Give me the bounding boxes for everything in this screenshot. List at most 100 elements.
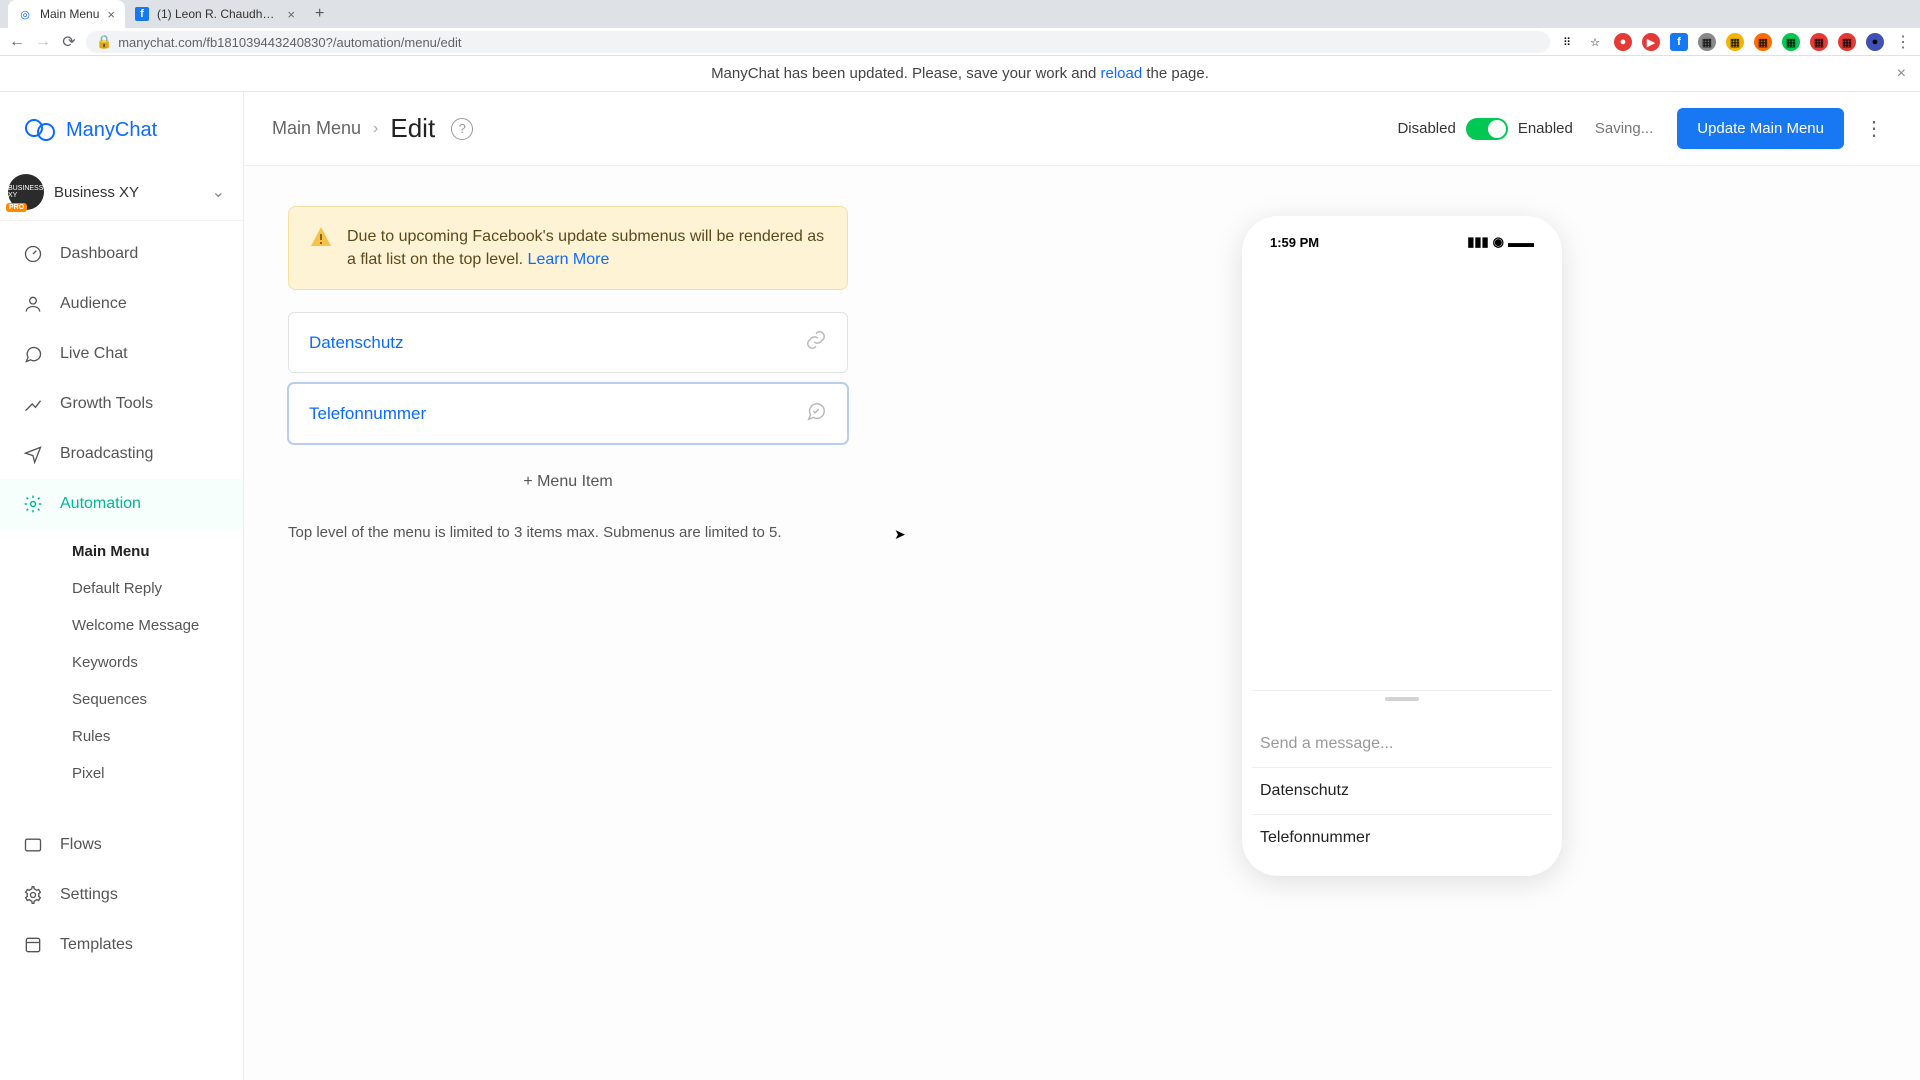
menu-item-row[interactable]: Telefonnummer xyxy=(288,383,848,444)
workspace-selector[interactable]: BUSINESS XYPRO Business XY ⌄ xyxy=(0,164,243,221)
page-header: Main Menu › Edit ? Disabled Enabled Savi… xyxy=(244,92,1920,166)
reply-icon xyxy=(805,400,827,427)
browser-tab[interactable]: f (1) Leon R. Chaudhari | Faceb × xyxy=(125,0,305,28)
help-icon[interactable]: ? xyxy=(451,118,473,140)
ext-icon[interactable]: ▦ xyxy=(1698,33,1716,51)
send-message-input[interactable]: Send a message... xyxy=(1252,723,1552,768)
chat-icon xyxy=(22,343,44,365)
subnav-item-rules[interactable]: Rules xyxy=(0,718,243,755)
automation-icon xyxy=(22,493,44,515)
ext-icon[interactable]: ▦ xyxy=(1838,33,1856,51)
status-icons: ▮▮▮ ◉ ▬▬ xyxy=(1467,234,1534,250)
reload-icon[interactable]: ⟳ xyxy=(60,33,78,51)
drawer-menu-item[interactable]: Datenschutz xyxy=(1252,768,1552,815)
flows-icon xyxy=(22,834,44,856)
close-icon[interactable]: × xyxy=(107,7,115,22)
sidebar-item-broadcasting[interactable]: Broadcasting xyxy=(0,429,243,479)
sidebar-item-dashboard[interactable]: Dashboard xyxy=(0,229,243,279)
browser-chrome: ◎ Main Menu × f (1) Leon R. Chaudhari | … xyxy=(0,0,1920,56)
ext-icon[interactable]: ▦ xyxy=(1726,33,1744,51)
banner-suffix: the page. xyxy=(1142,65,1209,82)
ext-icon[interactable]: ▶ xyxy=(1642,33,1660,51)
forward-icon[interactable]: → xyxy=(34,33,52,51)
warning-icon xyxy=(309,225,333,249)
phone-preview: 1:59 PM ▮▮▮ ◉ ▬▬ Send a message... Daten… xyxy=(1242,216,1562,876)
link-icon xyxy=(805,329,827,356)
learn-more-link[interactable]: Learn More xyxy=(528,251,610,268)
primary-nav: Dashboard Audience Live Chat Growth Tool… xyxy=(0,221,243,970)
menu-item-label: Datenschutz xyxy=(309,333,404,353)
close-icon[interactable]: × xyxy=(287,7,295,22)
menu-icon[interactable]: ⋮ xyxy=(1894,33,1912,51)
lock-icon: 🔒 xyxy=(96,34,112,50)
drawer-menu-item[interactable]: Telefonnummer xyxy=(1252,815,1552,861)
subnav-item-keywords[interactable]: Keywords xyxy=(0,644,243,681)
enabled-toggle[interactable] xyxy=(1466,118,1508,140)
nav-label: Audience xyxy=(60,295,127,313)
chevron-down-icon: ⌄ xyxy=(212,182,225,202)
warning-alert: Due to upcoming Facebook's update submen… xyxy=(288,206,848,290)
disabled-label: Disabled xyxy=(1397,120,1455,137)
translate-icon[interactable]: ⠿ xyxy=(1558,33,1576,51)
subnav-item-main-menu[interactable]: Main Menu xyxy=(0,533,243,570)
brand-name: ManyChat xyxy=(66,119,157,142)
ext-icon[interactable]: ▦ xyxy=(1754,33,1772,51)
cursor-icon: ➤ xyxy=(894,526,906,543)
phone-body xyxy=(1252,252,1552,690)
ext-icon[interactable]: ▦ xyxy=(1810,33,1828,51)
new-tab-button[interactable]: + xyxy=(305,5,334,23)
banner-reload-link[interactable]: reload xyxy=(1100,65,1142,82)
workspace-avatar: BUSINESS XYPRO xyxy=(8,174,44,210)
star-icon[interactable]: ☆ xyxy=(1586,33,1604,51)
broadcast-icon xyxy=(22,443,44,465)
battery-icon: ▬▬ xyxy=(1508,235,1534,250)
subnav-item-sequences[interactable]: Sequences xyxy=(0,681,243,718)
address-bar[interactable]: 🔒 manychat.com/fb181039443240830?/automa… xyxy=(86,31,1550,53)
nav-label: Templates xyxy=(60,936,133,954)
nav-label: Growth Tools xyxy=(60,395,153,413)
avatar-icon[interactable]: ● xyxy=(1866,33,1884,51)
nav-label: Flows xyxy=(60,836,102,854)
drag-handle-icon[interactable] xyxy=(1385,697,1419,701)
breadcrumb[interactable]: Main Menu xyxy=(272,118,361,139)
status-time: 1:59 PM xyxy=(1270,235,1319,250)
dashboard-icon xyxy=(22,243,44,265)
manychat-logo-icon xyxy=(24,114,56,146)
sidebar: ManyChat BUSINESS XYPRO Business XY ⌄ Da… xyxy=(0,92,244,1080)
ext-icon[interactable]: ▦ xyxy=(1782,33,1800,51)
tab-title: (1) Leon R. Chaudhari | Faceb xyxy=(157,7,279,21)
sidebar-item-settings[interactable]: Settings xyxy=(0,870,243,920)
ext-icon[interactable]: ● xyxy=(1614,33,1632,51)
sidebar-item-automation[interactable]: Automation xyxy=(0,479,243,529)
preview-column: 1:59 PM ▮▮▮ ◉ ▬▬ Send a message... Daten… xyxy=(928,206,1876,876)
favicon-icon: ◎ xyxy=(18,7,32,21)
ext-icon[interactable]: f xyxy=(1670,33,1688,51)
browser-tab-active[interactable]: ◎ Main Menu × xyxy=(8,0,125,28)
menu-item-row[interactable]: Datenschutz xyxy=(288,312,848,373)
saving-status: Saving... xyxy=(1595,120,1653,137)
sidebar-item-growth-tools[interactable]: Growth Tools xyxy=(0,379,243,429)
banner-text: ManyChat has been updated. Please, save … xyxy=(711,65,1100,82)
more-menu-icon[interactable]: ⋮ xyxy=(1856,116,1892,141)
sidebar-item-flows[interactable]: Flows xyxy=(0,820,243,870)
nav-label: Dashboard xyxy=(60,245,138,263)
tab-title: Main Menu xyxy=(40,7,99,21)
sidebar-item-live-chat[interactable]: Live Chat xyxy=(0,329,243,379)
tabs-row: ◎ Main Menu × f (1) Leon R. Chaudhari | … xyxy=(0,0,1920,28)
back-icon[interactable]: ← xyxy=(8,33,26,51)
page-title: Edit xyxy=(390,113,435,144)
update-main-menu-button[interactable]: Update Main Menu xyxy=(1677,108,1844,149)
subnav-item-welcome-message[interactable]: Welcome Message xyxy=(0,607,243,644)
nav-label: Settings xyxy=(60,886,118,904)
enabled-label: Enabled xyxy=(1518,120,1573,137)
phone-drawer: Send a message... Datenschutz Telefonnum… xyxy=(1252,690,1552,861)
add-menu-item-button[interactable]: + Menu Item xyxy=(288,454,848,510)
sidebar-item-templates[interactable]: Templates xyxy=(0,920,243,970)
sidebar-item-audience[interactable]: Audience xyxy=(0,279,243,329)
close-icon[interactable]: × xyxy=(1897,65,1906,83)
wifi-icon: ◉ xyxy=(1493,234,1504,250)
subnav-item-default-reply[interactable]: Default Reply xyxy=(0,570,243,607)
nav-label: Broadcasting xyxy=(60,445,153,463)
brand-logo[interactable]: ManyChat xyxy=(0,92,243,164)
subnav-item-pixel[interactable]: Pixel xyxy=(0,755,243,792)
